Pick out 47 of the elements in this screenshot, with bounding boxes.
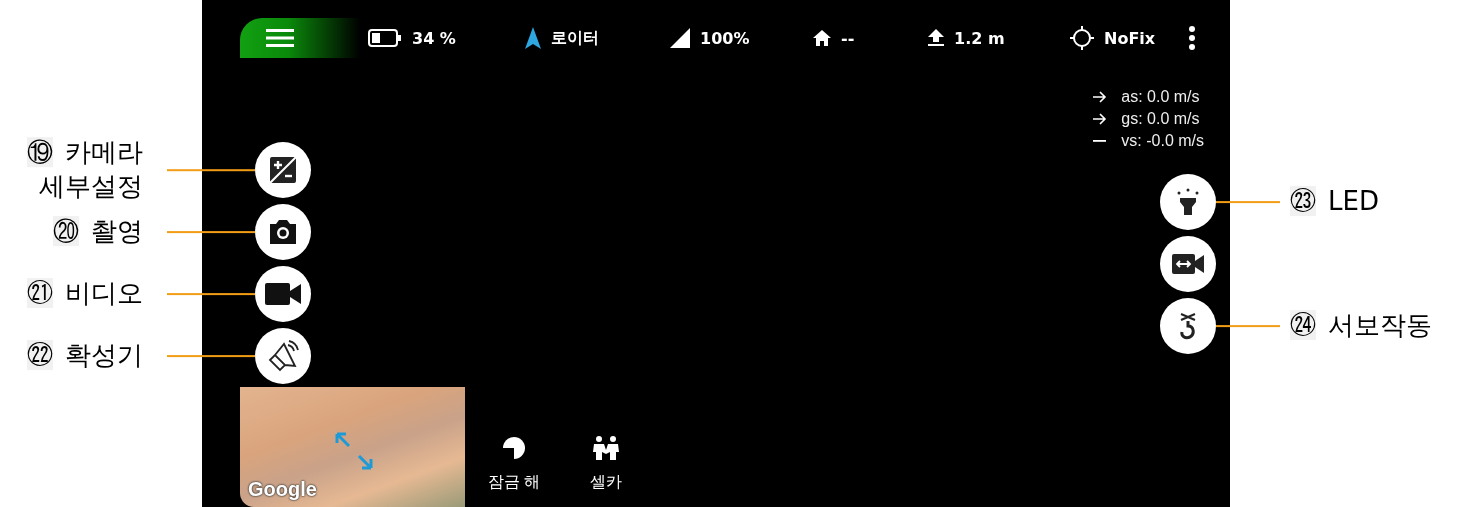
callout-label: ㉓ LED <box>1290 185 1379 219</box>
exposure-icon <box>270 157 296 183</box>
home-icon <box>813 30 831 46</box>
camera-icon <box>268 219 298 245</box>
status-text: -- <box>841 28 855 48</box>
camera-button[interactable] <box>255 204 311 260</box>
callout-label: ㉒ 확성기 <box>27 339 143 373</box>
callout-label: ⑲ 카메라 세부설정 <box>27 136 143 203</box>
more-icon <box>1188 26 1196 50</box>
speed-reading: gs: 0.0 m/s <box>1121 110 1200 128</box>
speed-reading: vs: -0.0 m/s <box>1121 132 1204 150</box>
speaker-button[interactable] <box>255 328 311 384</box>
menu-button[interactable] <box>240 18 360 58</box>
crosshair-icon <box>1070 26 1094 50</box>
selfie-action[interactable]: 셀카 <box>566 436 646 493</box>
unlock-action[interactable]: 잠금 해 <box>474 436 554 493</box>
status-text: 1.2 m <box>954 28 1005 48</box>
battery-icon <box>368 29 402 47</box>
quartered-circle-icon <box>502 436 526 460</box>
hook-button[interactable] <box>1160 298 1216 354</box>
camera-switch-button[interactable] <box>1160 236 1216 292</box>
status-text: 로이터 <box>551 27 599 49</box>
upload-icon <box>928 29 944 47</box>
callout-label: ㉔ 서보작동 <box>1290 309 1432 343</box>
speaker-icon <box>267 340 299 372</box>
exposure-button[interactable] <box>255 142 311 198</box>
status-text: NoFix <box>1104 28 1156 48</box>
two-people-icon <box>591 436 621 460</box>
status-text: 100% <box>700 28 750 48</box>
leader-line <box>1216 201 1280 203</box>
speed-reading: as: 0.0 m/s <box>1121 88 1200 106</box>
camera-switch-icon <box>1172 254 1204 274</box>
menu-icon <box>266 28 294 48</box>
hook-icon <box>1178 312 1198 340</box>
leader-line <box>1216 325 1280 327</box>
status-text: 34 % <box>412 28 456 48</box>
arrow-right-icon <box>1093 113 1108 125</box>
map-attribution: Google <box>248 478 317 501</box>
callout-label: ㉑ 비디오 <box>27 277 143 311</box>
flashlight-icon <box>1175 188 1201 216</box>
callout-label: ⑳ 촬영 <box>53 215 143 249</box>
navigation-arrow-icon <box>525 27 541 49</box>
signal-icon <box>670 28 690 48</box>
video-camera-icon <box>265 283 301 305</box>
video-button[interactable] <box>255 266 311 322</box>
arrow-right-icon <box>1093 91 1108 103</box>
led-button[interactable] <box>1160 174 1216 230</box>
